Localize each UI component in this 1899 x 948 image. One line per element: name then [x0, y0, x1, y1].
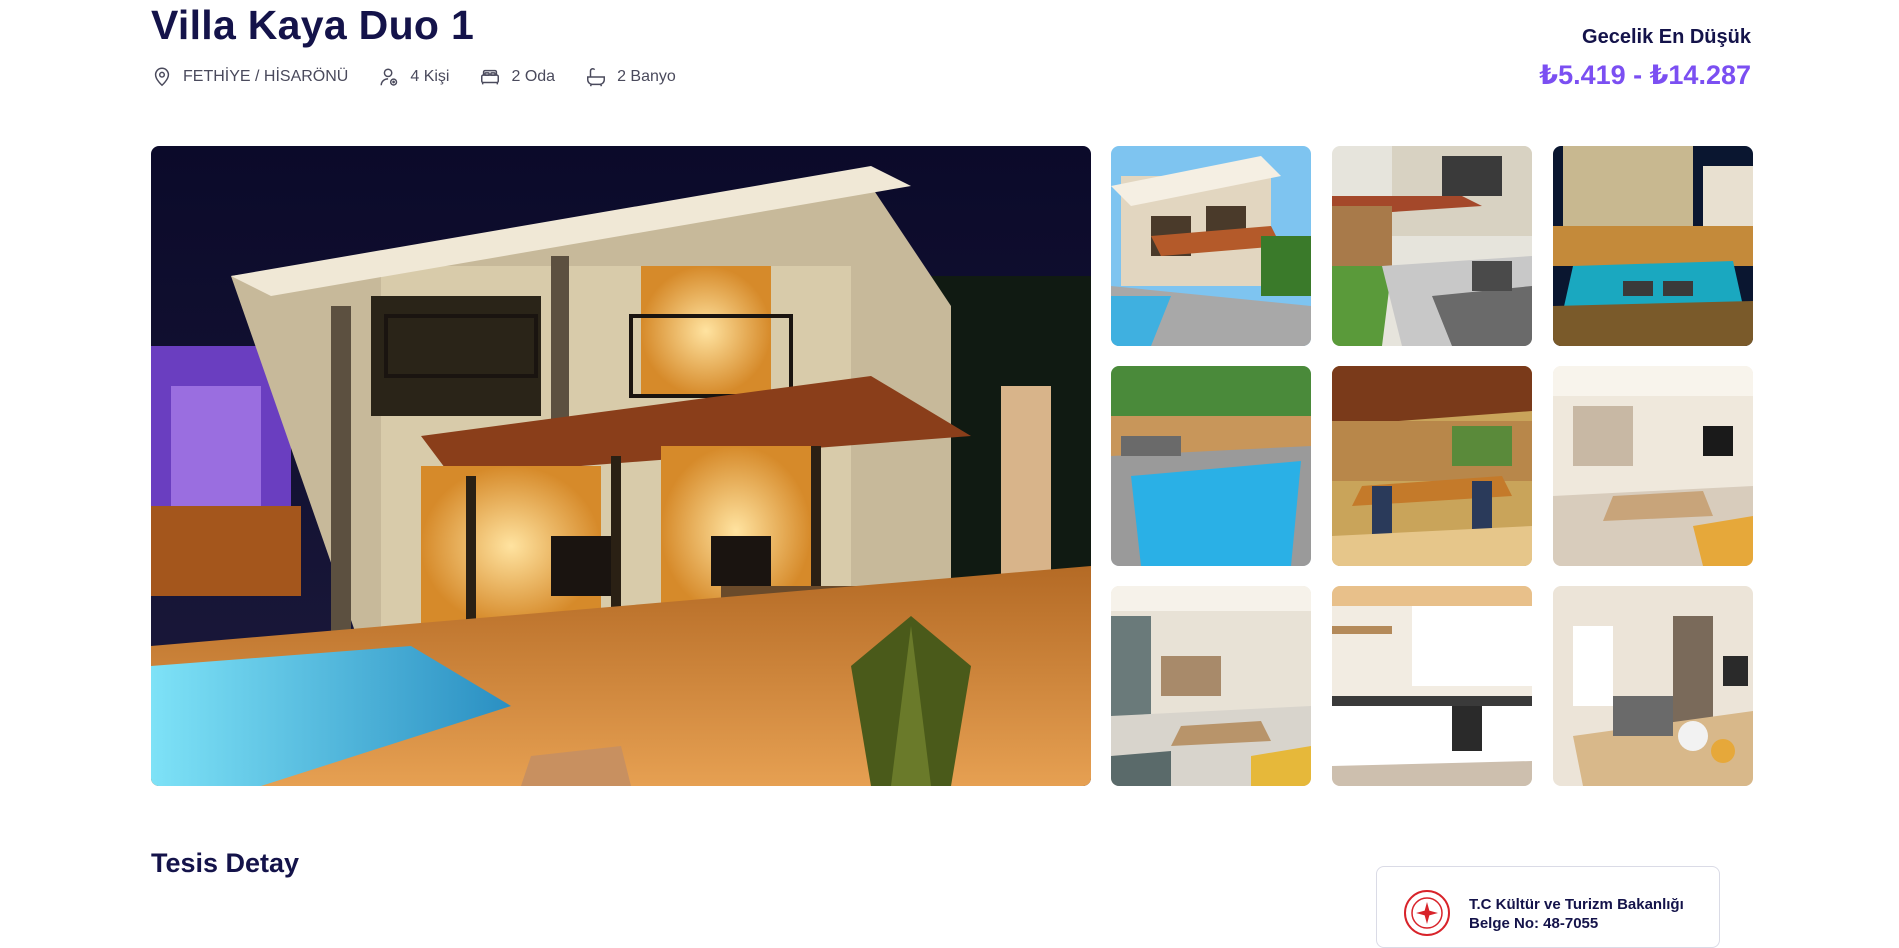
facility-details-heading: Tesis Detay [151, 848, 300, 878]
ministry-seal-icon [1404, 890, 1450, 936]
thumbnail-5[interactable] [1332, 366, 1532, 566]
thumbnail-1[interactable] [1111, 146, 1311, 346]
thumbnail-9[interactable] [1553, 586, 1753, 786]
location-text: FETHİYE / HİSARÖNÜ [183, 68, 349, 85]
living-room-dining-image [1111, 586, 1311, 786]
bed-icon [481, 69, 500, 85]
guests-info: 4 Kişi [378, 66, 449, 88]
villa-exterior-night-image [151, 146, 1091, 786]
kitchen-image [1332, 586, 1532, 786]
pool-night-lights-image [1553, 146, 1753, 346]
villa-title: Villa Kaya Duo 1 [151, 2, 475, 48]
map-pin-icon [154, 67, 170, 87]
thumbnail-6[interactable] [1553, 366, 1753, 566]
dining-table-image [1553, 586, 1753, 786]
bathrooms-text: 2 Banyo [617, 68, 676, 85]
pergola-dining-image [1332, 366, 1532, 566]
thumbnail-3[interactable] [1553, 146, 1753, 346]
listing-meta: FETHİYE / HİSARÖNÜ 4 Kişi 2 Oda 2 Banyo [151, 66, 676, 88]
thumbnail-2[interactable] [1332, 146, 1532, 346]
villa-terrace-loungers-image [1332, 146, 1532, 346]
villa-exterior-day-image [1111, 146, 1311, 346]
price-label: Gecelik En Düşük [1582, 26, 1751, 48]
price-range: ₺5.419 - ₺14.287 [1539, 60, 1751, 90]
license-card: T.C Kültür ve Turizm Bakanlığı Belge No:… [1376, 866, 1720, 948]
guests-text: 4 Kişi [410, 68, 450, 85]
ministry-name: T.C Kültür ve Turizm Bakanlığı [1469, 896, 1684, 913]
rooms-text: 2 Oda [511, 68, 556, 85]
thumbnail-8[interactable] [1332, 586, 1532, 786]
user-icon [380, 68, 398, 86]
bathtub-icon [587, 68, 606, 87]
thumbnail-4[interactable] [1111, 366, 1311, 566]
pool-garden-image [1111, 366, 1311, 566]
license-text: T.C Kültür ve Turizm Bakanlığı Belge No:… [1469, 895, 1684, 933]
main-photo[interactable] [151, 146, 1091, 786]
living-room-image [1553, 366, 1753, 566]
rooms-info: 2 Oda [479, 66, 555, 88]
bathrooms-info: 2 Banyo [585, 66, 676, 88]
thumbnail-7[interactable] [1111, 586, 1311, 786]
location-info: FETHİYE / HİSARÖNÜ [151, 66, 348, 88]
